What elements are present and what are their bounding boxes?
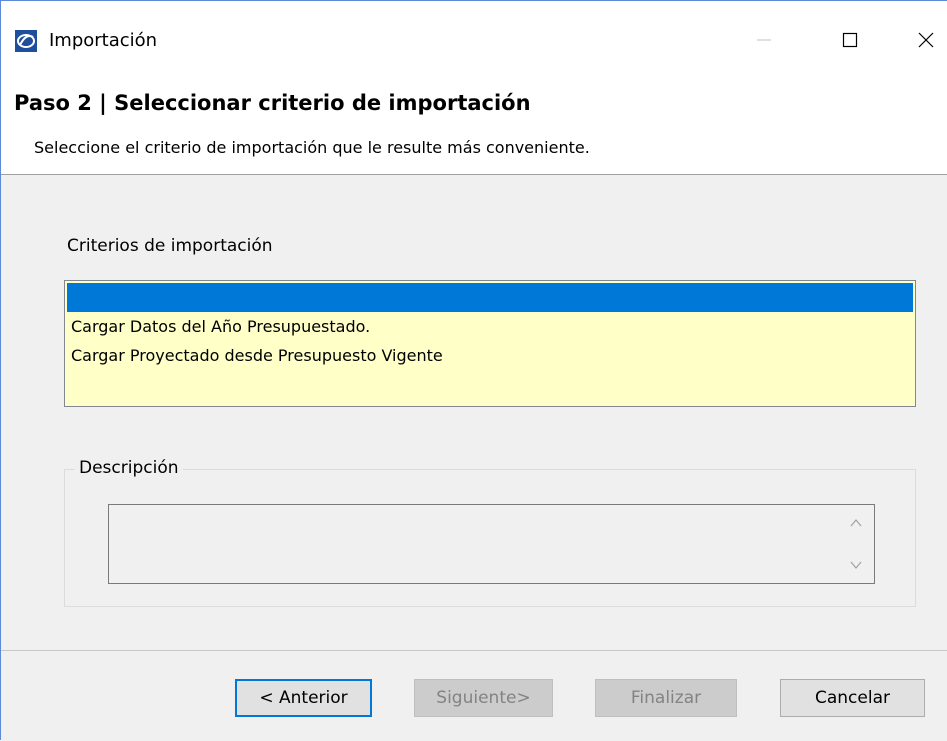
criteria-listbox[interactable]: Cargar Datos del Año Presupuestado. Carg… [64,280,916,407]
finish-button[interactable]: Finalizar [595,679,737,717]
minimize-button[interactable] [741,19,787,65]
wizard-footer: < Anterior Siguiente> Finalizar Cancelar [1,651,947,741]
scroll-down-icon[interactable] [848,557,864,573]
cancel-button[interactable]: Cancelar [780,679,925,717]
maximize-icon [842,32,858,52]
window-title: Importación [49,30,158,51]
list-item-label: Cargar Datos del Año Presupuestado. [71,317,371,336]
wizard-header: Paso 2 | Seleccionar criterio de importa… [1,71,947,175]
app-logo-icon [15,30,37,52]
close-button[interactable] [903,19,947,65]
description-group: Descripción [64,456,916,607]
scroll-up-icon[interactable] [848,515,864,531]
wizard-content: Criterios de importación Cargar Datos de… [1,175,947,651]
step-subtitle: Seleccione el criterio de importación qu… [34,138,590,157]
step-title: Paso 2 | Seleccionar criterio de importa… [14,91,531,115]
maximize-button[interactable] [827,19,873,65]
list-item[interactable] [67,283,913,312]
description-scrollbar[interactable] [838,505,874,583]
title-bar[interactable]: Importación [1,1,947,71]
list-item[interactable]: Cargar Proyectado desde Presupuesto Vige… [67,341,913,370]
import-dialog-window: Importación Paso 2 | Seleccionar criteri… [0,0,947,741]
close-icon [918,32,934,52]
list-item[interactable]: Cargar Datos del Año Presupuestado. [67,312,913,341]
list-item-label: Cargar Proyectado desde Presupuesto Vige… [71,346,443,365]
previous-button[interactable]: < Anterior [235,679,372,717]
description-legend: Descripción [75,456,183,480]
criteria-label: Criterios de importación [67,236,273,256]
description-textarea[interactable] [108,504,875,584]
next-button[interactable]: Siguiente> [414,679,553,717]
minimize-icon [756,32,772,52]
